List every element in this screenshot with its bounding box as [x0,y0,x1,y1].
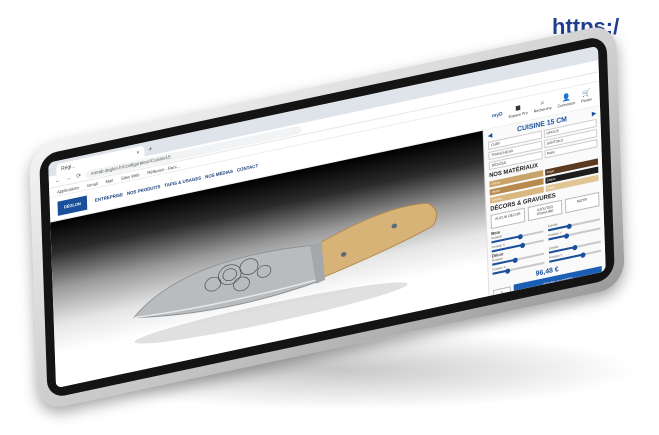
header-action-label: Espace Pro [508,110,528,119]
nav-item-tapis[interactable]: TAPIS & USAGES [164,175,201,188]
header-action-label: Recherche [533,105,552,114]
configurator-panel: ◀ CUISINE 15 CM ▶ CHEF OFFICE TRANCHEUR … [482,105,606,297]
slider-knob[interactable] [517,233,523,240]
header-action-login[interactable]: 👤 Connexion [557,92,575,108]
close-icon[interactable]: × [137,150,140,157]
back-icon[interactable]: ← [55,177,61,184]
slider-knob[interactable] [566,222,572,229]
reload-icon[interactable]: ⟳ [76,172,81,180]
browser-tab-title: Régl... [61,163,76,173]
header-action-label: Connexion [557,100,576,109]
bookmark-item[interactable]: Mail [105,177,113,184]
nav-item-medias[interactable]: NOS MÉDIAS [205,169,233,180]
brand-small-logo[interactable]: myD [492,111,503,119]
header-action-pro[interactable]: ◼ Espace Pro [508,102,528,119]
quantity-input[interactable]: 1 [493,285,512,297]
slider-knob[interactable] [505,267,511,274]
nav-item-entreprise[interactable]: ENTREPRISE [95,192,123,203]
chevron-right-icon[interactable]: ▶ [592,110,597,118]
site-logo[interactable]: DÉGLON [57,194,88,216]
nav-item-contact[interactable]: CONTACT [237,163,258,173]
slider-knob[interactable] [580,251,586,258]
nav-item-produits[interactable]: NOS PRODUITS [127,184,161,196]
bookmark-item[interactable]: Gmail [87,180,98,187]
knife-handle [311,202,438,281]
forward-icon[interactable]: → [65,175,71,182]
header-action-label: Panier [581,96,592,104]
header-action-cart[interactable]: 🛒 Panier [581,89,592,103]
chevron-left-icon[interactable]: ◀ [488,132,493,140]
header-action-search[interactable]: ⌕ Recherche [533,97,552,114]
